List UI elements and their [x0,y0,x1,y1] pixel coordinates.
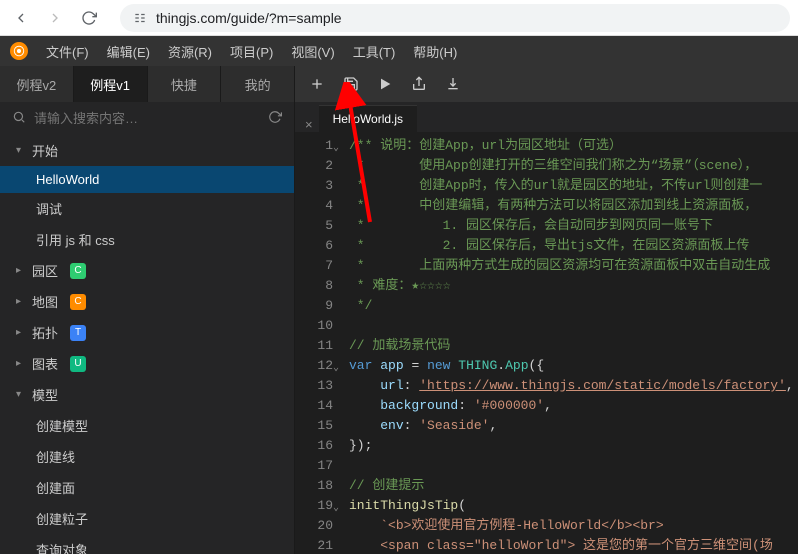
tree-item[interactable]: 引用 js 和 css [0,224,294,255]
left-tab[interactable]: 快捷 [148,66,222,102]
code-line[interactable]: env: 'Seaside', [349,416,790,436]
site-info-icon[interactable] [132,10,148,26]
code-line[interactable]: * 1. 园区保存后，会自动同步到网页同一账号下 [349,216,790,236]
fold-icon[interactable]: ⌄ [333,359,339,379]
code-line[interactable]: * 2. 园区保存后，导出tjs文件，在园区资源面板上传 [349,236,790,256]
chevron-down-icon: ▾ [16,389,26,400]
fold-icon[interactable]: ⌄ [333,499,339,519]
left-tab[interactable]: 例程v1 [74,66,148,102]
browser-bar: thingjs.com/guide/?m=sample [0,0,798,36]
tree-item[interactable]: 创建模型 [0,410,294,441]
code-line[interactable]: */ [349,296,790,316]
menu-item[interactable]: 文件(F) [46,42,89,61]
forward-button[interactable] [42,5,68,31]
code-line[interactable]: * 中创建编辑，有两种方法可以将园区添加到线上资源面板， [349,196,790,216]
tree-item[interactable]: 调试 [0,193,294,224]
chevron-right-icon: ▸ [16,296,26,307]
menu-bar: ⦿ 文件(F) 编辑(E) 资源(R) 项目(P) 视图(V) 工具(T) 帮助(H) [0,36,798,66]
code-line[interactable]: /** 说明：创建App，url为园区地址（可选） [349,136,790,156]
download-button[interactable] [437,68,469,100]
fold-icon[interactable]: ⌄ [333,139,339,159]
back-button[interactable] [8,5,34,31]
left-tab[interactable]: 例程v2 [0,66,74,102]
tree-group-label: 开始 [32,141,58,160]
close-all-tabs-icon[interactable]: × [305,117,313,132]
search-row [0,102,294,135]
menu-item[interactable]: 资源(R) [168,42,212,61]
tree-group-label: 园区 [32,261,58,280]
left-tab[interactable]: 我的 [221,66,294,102]
tree-group[interactable]: ▸ 图表 U [0,348,294,379]
code-line[interactable]: // 创建提示 [349,476,790,496]
tree-group[interactable]: ▾ 模型 [0,379,294,410]
reload-button[interactable] [76,5,102,31]
tree-group-label: 图表 [32,354,58,373]
code-line[interactable]: initThingJsTip( [349,496,790,516]
chevron-right-icon: ▸ [16,265,26,276]
address-bar[interactable]: thingjs.com/guide/?m=sample [120,4,790,32]
code-line[interactable]: * 创建App时，传入的url就是园区的地址，不传url则创建一 [349,176,790,196]
code-line[interactable]: * 上面两种方式生成的园区资源均可在资源面板中双击自动生成 [349,256,790,276]
code-line[interactable]: // 加载场景代码 [349,336,790,356]
tree-group[interactable]: ▸ 拓扑 T [0,317,294,348]
code-line[interactable]: * 使用App创建打开的三维空间我们称之为“场景”（scene）， [349,156,790,176]
run-button[interactable] [369,68,401,100]
refresh-icon[interactable] [268,110,282,127]
code-line[interactable]: `<b>欢迎使用官方例程-HelloWorld</b><br> [349,516,790,536]
chevron-right-icon: ▸ [16,358,26,369]
code-line[interactable]: var app = new THING.App({ [349,356,790,376]
app-logo[interactable]: ⦿ [10,42,28,60]
menu-item[interactable]: 帮助(H) [413,42,457,61]
tree-group-label: 拓扑 [32,323,58,342]
left-tabs: 例程v2例程v1快捷我的 [0,66,294,102]
editor-panel: × HelloWorld.js 1⌄23456789101112⌄1314151… [295,66,798,554]
tree-item[interactable]: 创建线 [0,441,294,472]
code-area[interactable]: /** 说明：创建App，url为园区地址（可选） * 使用App创建打开的三维… [341,132,798,554]
search-icon [12,110,26,127]
file-tabs: × HelloWorld.js [295,102,798,132]
code-line[interactable]: url: 'https://www.thingjs.com/static/mod… [349,376,790,396]
tree-group[interactable]: ▸ 地图 C [0,286,294,317]
left-panel: 例程v2例程v1快捷我的 ▾开始HelloWorld调试引用 js 和 css▸… [0,66,295,554]
share-button[interactable] [403,68,435,100]
code-line[interactable]: * 难度：★☆☆☆☆ [349,276,790,296]
category-badge: T [70,325,86,341]
line-gutter: 1⌄23456789101112⌄13141516171819⌄2021 [295,132,341,554]
menu-item[interactable]: 视图(V) [291,42,334,61]
chevron-right-icon: ▸ [16,327,26,338]
tree-group-label: 模型 [32,385,58,404]
tree-item[interactable]: HelloWorld [0,166,294,193]
category-badge: C [70,294,86,310]
menu-item[interactable]: 项目(P) [230,42,273,61]
code-line[interactable] [349,316,790,336]
tree-group[interactable]: ▸ 园区 C [0,255,294,286]
tree-group-label: 地图 [32,292,58,311]
code-line[interactable]: <span class="helloWorld"> 这是您的第一个官方三维空间(… [349,536,790,554]
url-text: thingjs.com/guide/?m=sample [156,10,342,26]
tree-item[interactable]: 创建面 [0,472,294,503]
file-tab[interactable]: HelloWorld.js [319,105,417,132]
tree-item[interactable]: 查询对象 [0,534,294,554]
code-line[interactable]: }); [349,436,790,456]
tree-item[interactable]: 创建粒子 [0,503,294,534]
category-badge: U [70,356,86,372]
code-line[interactable] [349,456,790,476]
search-input[interactable] [34,111,260,126]
menu-item[interactable]: 编辑(E) [107,42,150,61]
save-button[interactable] [335,68,367,100]
tree-group[interactable]: ▾ 开始 [0,135,294,166]
code-editor[interactable]: 1⌄23456789101112⌄13141516171819⌄2021 /**… [295,132,798,554]
example-tree: ▾ 开始 HelloWorld调试引用 js 和 css ▸ 园区 C ▸ 地图 C ▸ 拓扑 T ▸ 图… [0,135,294,554]
editor-toolbar [295,66,798,102]
new-button[interactable] [301,68,333,100]
chevron-down-icon: ▾ [16,145,26,156]
category-badge: C [70,263,86,279]
code-line[interactable]: background: '#000000', [349,396,790,416]
menu-item[interactable]: 工具(T) [353,42,396,61]
